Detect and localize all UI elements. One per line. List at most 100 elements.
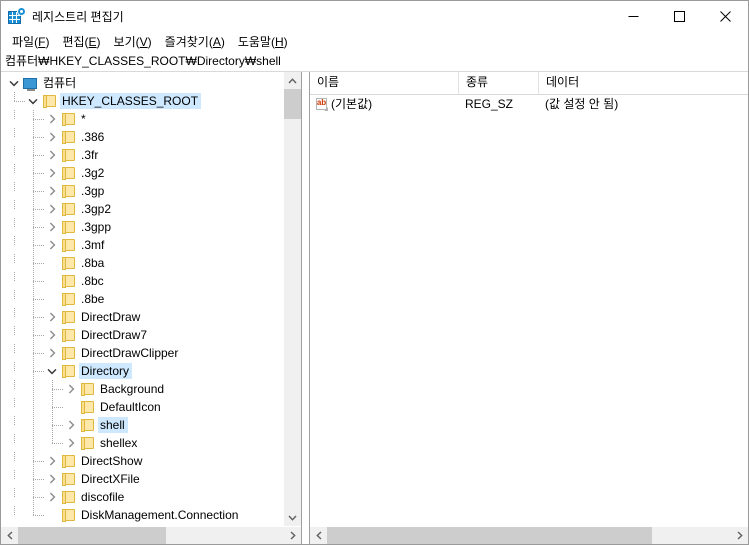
tree-item-label: .386 xyxy=(81,130,105,144)
menu-item-favorites[interactable]: 즐겨찾기(A) xyxy=(159,34,232,51)
tree-item[interactable]: DefaultIcon xyxy=(1,398,283,416)
tree-scroll-down-button[interactable] xyxy=(284,509,301,526)
chevron-right-icon[interactable] xyxy=(63,380,79,398)
tree-hscroll-thumb[interactable] xyxy=(18,527,166,544)
values-hscroll-track[interactable] xyxy=(327,527,731,544)
registry-tree[interactable]: 컴퓨터 HKEY_CLASSES_ROOT * .386 .3fr .3g2 .3gp .3g… xyxy=(1,72,283,526)
chevron-right-icon[interactable] xyxy=(44,128,60,146)
chevron-right-icon[interactable] xyxy=(44,182,60,200)
tree-item-label: DiskManagement.Connection xyxy=(81,508,239,522)
tree-item-label: DirectXFile xyxy=(81,472,140,486)
menu-item-view[interactable]: 보기(V) xyxy=(108,34,159,51)
tree-scroll-left-button[interactable] xyxy=(1,527,18,544)
tree-scroll-right-button[interactable] xyxy=(284,527,301,544)
address-bar[interactable]: 컴퓨터₩HKEY_CLASSES_ROOT₩Directory₩shell xyxy=(1,52,748,72)
chevron-right-icon[interactable] xyxy=(44,236,60,254)
tree-item[interactable]: DirectXFile xyxy=(1,470,283,488)
chevron-right-icon[interactable] xyxy=(44,200,60,218)
tree-item[interactable]: .8bc xyxy=(1,272,283,290)
tree-item[interactable]: Directory xyxy=(1,362,283,380)
minimize-button[interactable] xyxy=(610,1,656,32)
values-horizontal-scrollbar[interactable] xyxy=(310,526,748,544)
menu-item-file-mnemonic: F xyxy=(38,34,46,49)
value-type-cell: REG_SZ xyxy=(465,97,514,111)
tree-item[interactable]: DirectDrawClipper xyxy=(1,344,283,362)
chevron-right-icon[interactable] xyxy=(63,416,79,434)
tree-vertical-scrollbar[interactable] xyxy=(283,72,301,526)
maximize-button[interactable] xyxy=(656,1,702,32)
menu-item-edit[interactable]: 편집(E) xyxy=(56,34,107,51)
values-scroll-left-button[interactable] xyxy=(310,527,327,544)
menu-item-file[interactable]: 파일(F) xyxy=(6,34,56,51)
folder-icon xyxy=(60,290,76,308)
tree-item[interactable]: Background xyxy=(1,380,283,398)
chevron-right-icon[interactable] xyxy=(44,344,60,362)
tree-item[interactable]: 컴퓨터 xyxy=(1,74,283,92)
tree-item-label: .3fr xyxy=(81,148,99,162)
tree-item[interactable]: DiskManagement.Connection xyxy=(1,506,283,524)
tree-item[interactable]: .8be xyxy=(1,290,283,308)
tree-item[interactable]: DirectDraw7 xyxy=(1,326,283,344)
tree-indent-guides xyxy=(1,434,63,452)
values-listview[interactable]: 이름 종류 데이터 ab (기본값) REG_SZ (값 설정 안 됨) xyxy=(310,72,748,526)
chevron-right-icon[interactable] xyxy=(44,452,60,470)
menu-bar: 파일(F) 편집(E) 보기(V) 즐겨찾기(A) 도움말(H) xyxy=(1,32,748,52)
tree-item[interactable]: discofile xyxy=(1,488,283,506)
chevron-right-icon[interactable] xyxy=(44,146,60,164)
column-header-name[interactable]: 이름 xyxy=(310,72,458,94)
tree-item[interactable]: shell xyxy=(1,416,283,434)
menu-item-help[interactable]: 도움말(H) xyxy=(232,34,295,51)
tree-scroll-up-button[interactable] xyxy=(284,72,301,89)
column-header-type[interactable]: 종류 xyxy=(458,72,538,94)
tree-item[interactable]: DirectShow xyxy=(1,452,283,470)
chevron-down-icon[interactable] xyxy=(6,74,22,92)
chevron-right-icon[interactable] xyxy=(44,218,60,236)
chevron-right-icon[interactable] xyxy=(63,434,79,452)
value-row[interactable]: ab (기본값) REG_SZ (값 설정 안 됨) xyxy=(310,95,748,114)
string-value-icon: ab xyxy=(315,97,329,112)
tree-item[interactable]: .3g2 xyxy=(1,164,283,182)
tree-horizontal-scrollbar[interactable] xyxy=(1,526,301,544)
tree-item[interactable]: .3gpp xyxy=(1,218,283,236)
values-scroll-right-button[interactable] xyxy=(731,527,748,544)
values-hscroll-thumb[interactable] xyxy=(327,527,652,544)
tree-hscroll-track[interactable] xyxy=(18,527,284,544)
tree-item-label: .3gpp xyxy=(81,220,112,234)
folder-icon xyxy=(60,326,76,344)
chevron-down-icon[interactable] xyxy=(44,362,60,380)
close-button[interactable] xyxy=(702,1,748,32)
tree-scroll-track[interactable] xyxy=(284,89,301,509)
tree-item[interactable]: .3gp xyxy=(1,182,283,200)
column-header-data[interactable]: 데이터 xyxy=(538,72,748,94)
chevron-right-icon[interactable] xyxy=(44,470,60,488)
tree-item-label: shell xyxy=(98,417,128,433)
tree-item[interactable]: .3mf xyxy=(1,236,283,254)
tree-item[interactable]: .386 xyxy=(1,128,283,146)
chevron-right-icon[interactable] xyxy=(44,110,60,128)
chevron-right-icon[interactable] xyxy=(44,488,60,506)
chevron-right-icon[interactable] xyxy=(44,308,60,326)
tree-item-label: discofile xyxy=(81,490,125,504)
tree-pane: 컴퓨터 HKEY_CLASSES_ROOT * .386 .3fr .3g2 .3gp .3g… xyxy=(1,72,302,544)
menu-item-edit-mnemonic: E xyxy=(88,34,97,49)
tree-item[interactable]: HKEY_CLASSES_ROOT xyxy=(1,92,283,110)
tree-item[interactable]: * xyxy=(1,110,283,128)
chevron-right-icon[interactable] xyxy=(44,164,60,182)
menu-item-favorites-label: 즐겨찾기 xyxy=(164,34,209,49)
tree-item[interactable]: .8ba xyxy=(1,254,283,272)
tree-indent-guides xyxy=(1,326,44,344)
tree-item[interactable]: .3fr xyxy=(1,146,283,164)
tree-item[interactable]: DirectDraw xyxy=(1,308,283,326)
folder-icon xyxy=(60,110,76,128)
pane-splitter[interactable] xyxy=(302,72,309,544)
chevron-down-icon[interactable] xyxy=(25,92,41,110)
folder-icon xyxy=(79,434,95,452)
menu-item-favorites-mnemonic: A xyxy=(212,34,221,49)
tree-scroll-thumb[interactable] xyxy=(284,89,301,119)
folder-icon xyxy=(60,272,76,290)
tree-item[interactable]: .3gp2 xyxy=(1,200,283,218)
chevron-right-icon[interactable] xyxy=(44,326,60,344)
tree-indent-guides xyxy=(1,308,44,326)
tree-item[interactable]: shellex xyxy=(1,434,283,452)
